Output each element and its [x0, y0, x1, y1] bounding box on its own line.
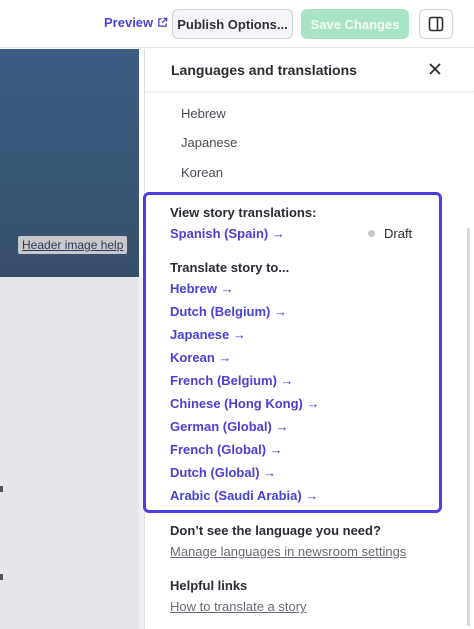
translation-status: Draft: [368, 226, 412, 241]
language-list-item: Japanese: [181, 135, 238, 150]
language-list-item: Hebrew: [181, 106, 226, 121]
external-link-icon: [158, 17, 168, 27]
top-toolbar: Preview Publish Options... Save Changes: [0, 0, 474, 48]
toggle-sidebar-button[interactable]: [419, 9, 453, 39]
panel-title: Languages and translations: [171, 62, 357, 78]
translate-link-arabic-saudi-arabia[interactable]: Arabic (Saudi Arabia) →: [170, 488, 318, 503]
translate-link-dutch-belgium[interactable]: Dutch (Belgium) →: [170, 304, 287, 319]
translate-link-japanese[interactable]: Japanese →: [170, 327, 246, 342]
status-dot-icon: [368, 230, 375, 237]
editor-marker: [0, 486, 3, 492]
translate-link-korean[interactable]: Korean →: [170, 350, 231, 365]
translate-link-chinese-hong-kong[interactable]: Chinese (Hong Kong) →: [170, 396, 320, 411]
story-body-area: [0, 277, 139, 629]
helpful-links-heading: Helpful links: [170, 578, 248, 593]
manage-languages-link[interactable]: Manage languages in newsroom settings: [170, 544, 406, 559]
panel-scrollbar[interactable]: [467, 228, 470, 626]
view-translations-heading: View story translations:: [170, 205, 317, 220]
save-changes-button[interactable]: Save Changes: [301, 9, 409, 39]
header-image-help-link[interactable]: Header image help: [18, 236, 128, 254]
translate-link-german-global[interactable]: German (Global) →: [170, 419, 288, 434]
translate-to-heading: Translate story to...: [170, 260, 290, 275]
preview-link[interactable]: Preview: [104, 15, 168, 30]
language-list-item: Korean: [181, 165, 223, 180]
panel-header: Languages and translations: [145, 49, 474, 92]
missing-language-heading: Don’t see the language you need?: [170, 523, 381, 538]
translate-link-french-belgium[interactable]: French (Belgium) →: [170, 373, 294, 388]
translate-link-french-global[interactable]: French (Global) →: [170, 442, 283, 457]
sidebar-toggle-icon: [428, 16, 444, 32]
how-to-translate-link[interactable]: How to translate a story: [170, 599, 307, 614]
existing-translation-link[interactable]: Spanish (Spain) →: [170, 226, 285, 241]
editor-marker: [0, 574, 3, 580]
status-label: Draft: [384, 226, 413, 241]
close-icon[interactable]: [427, 61, 443, 77]
preview-label: Preview: [104, 15, 154, 30]
translate-link-hebrew[interactable]: Hebrew →: [170, 281, 234, 296]
translate-link-dutch-global[interactable]: Dutch (Global) →: [170, 465, 276, 480]
publish-options-button[interactable]: Publish Options...: [172, 9, 293, 39]
